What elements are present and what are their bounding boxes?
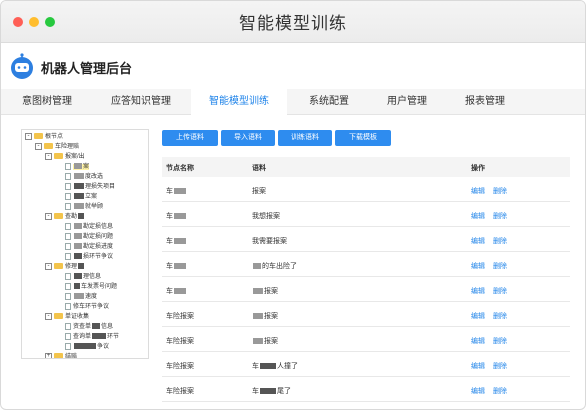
edit-link[interactable]: 编辑 [471,236,485,246]
folder-icon [54,353,63,358]
node-name-cell: 车 [166,263,173,270]
edit-link[interactable]: 编辑 [471,211,485,221]
edit-link[interactable]: 编辑 [471,361,485,371]
node-name-cell: 车险报案 [166,388,194,395]
delete-link[interactable]: 删除 [493,186,507,196]
table-row: 车险报案 报案 编辑 删除 [162,302,570,327]
app-window: 智能模型训练 机器人管理后台 意图树管理 应答知识管理 智能模型训练 系统配置 … [0,0,586,410]
robot-icon [11,53,33,79]
title-bar: 智能模型训练 [1,1,585,43]
tab-report-management[interactable]: 报表管理 [441,89,529,115]
table-row: 车险报案 报案 编辑 删除 [162,327,570,352]
file-icon [65,322,71,330]
node-name-cell: 车 [166,213,173,220]
delete-link[interactable]: 删除 [493,311,507,321]
collapse-icon[interactable]: - [45,312,52,320]
corpus-cell: 报案 [264,288,278,295]
column-header-corpus: 语料 [252,165,266,172]
corpus-cell: 的车出险了 [262,263,297,270]
file-icon [65,162,71,170]
file-icon [65,222,71,230]
file-icon [65,202,71,210]
table-row: 车险报案 车人撞了 编辑 删除 [162,352,570,377]
file-icon [65,282,71,290]
expand-icon[interactable]: + [45,352,52,358]
column-header-action: 操作 [471,165,485,172]
table-row: 车 报案 编辑 删除 [162,177,570,202]
node-name-cell: 车险报案 [166,313,194,320]
edit-link[interactable]: 编辑 [471,186,485,196]
collapse-icon[interactable]: - [35,142,42,150]
corpus-cell: 报案 [264,313,278,320]
edit-link[interactable]: 编辑 [471,336,485,346]
column-header-node: 节点名称 [166,165,194,172]
corpus-cell: 报案 [264,338,278,345]
file-icon [65,272,71,280]
folder-icon [54,153,63,160]
file-icon [65,242,71,250]
train-corpus-button[interactable]: 训练语料 [278,130,332,146]
node-name-cell: 车 [166,188,173,195]
corpus-cell: 人撞了 [277,363,298,370]
node-name-cell: 车 [166,288,173,295]
file-icon [65,292,71,300]
delete-link[interactable]: 删除 [493,286,507,296]
file-icon [65,332,71,340]
folder-icon [54,213,63,220]
window-title: 智能模型训练 [239,14,347,33]
delete-link[interactable]: 删除 [493,336,507,346]
delete-link[interactable]: 删除 [493,361,507,371]
folder-icon [54,313,63,320]
edit-link[interactable]: 编辑 [471,386,485,396]
download-template-button[interactable]: 下载模板 [335,130,391,146]
delete-link[interactable]: 删除 [493,236,507,246]
tab-answer-knowledge[interactable]: 应答知识管理 [97,89,185,115]
collapse-icon[interactable]: - [45,212,52,220]
table-row: 车险报案 车尾了 编辑 删除 [162,377,570,402]
tab-intent-tree[interactable]: 意图树管理 [3,89,91,115]
collapse-icon[interactable]: - [45,262,52,270]
file-icon [65,252,71,260]
app-name: 机器人管理后台 [41,61,133,76]
file-icon [65,192,71,200]
tab-user-management[interactable]: 用户管理 [363,89,451,115]
intent-tree-panel: - 根节点 - 车险理赔 - 报案/出 案 度改选 理损失项目 立案 就举顾 - 查勘 … [21,129,149,359]
corpus-cell: 我想报案 [252,213,280,220]
file-icon [65,172,71,180]
folder-icon [34,133,43,140]
import-corpus-button[interactable]: 导入语料 [221,130,275,146]
upload-corpus-button[interactable]: 上传语料 [162,130,218,146]
folder-icon [54,263,63,270]
corpus-cell: 尾了 [277,388,291,395]
file-icon [65,342,71,350]
collapse-icon[interactable]: - [25,132,32,140]
delete-link[interactable]: 删除 [493,261,507,271]
corpus-cell: 报案 [252,188,266,195]
node-name-cell: 车险报案 [166,338,194,345]
table-header: 节点名称 语料 操作 [162,157,570,177]
table-row: 车 我想报案 编辑 删除 [162,202,570,227]
edit-link[interactable]: 编辑 [471,261,485,271]
delete-link[interactable]: 删除 [493,386,507,396]
delete-link[interactable]: 删除 [493,211,507,221]
table-row: 车 报案 编辑 删除 [162,277,570,302]
edit-link[interactable]: 编辑 [471,311,485,321]
tab-system-config[interactable]: 系统配置 [285,89,373,115]
table-row: 车 的车出险了 编辑 删除 [162,252,570,277]
tree-node-last[interactable]: + 结赔 [45,352,77,358]
main-nav: 意图树管理 应答知识管理 智能模型训练 系统配置 用户管理 报表管理 [1,89,585,115]
node-name-cell: 车 [166,238,173,245]
file-icon [65,182,71,190]
table-row: 车 我需要报案 编辑 删除 [162,227,570,252]
collapse-icon[interactable]: - [45,152,52,160]
app-header: 机器人管理后台 [1,44,585,88]
node-name-cell: 车险报案 [166,363,194,370]
file-icon [65,232,71,240]
corpus-cell: 我需要报案 [252,238,287,245]
folder-icon [44,143,53,150]
file-icon [65,302,71,310]
tab-model-training[interactable]: 智能模型训练 [191,89,287,115]
edit-link[interactable]: 编辑 [471,286,485,296]
corpus-table: 节点名称 语料 操作 车 报案 编辑 删除 车 我想报案 编辑 删除 车 我需要… [162,157,570,402]
